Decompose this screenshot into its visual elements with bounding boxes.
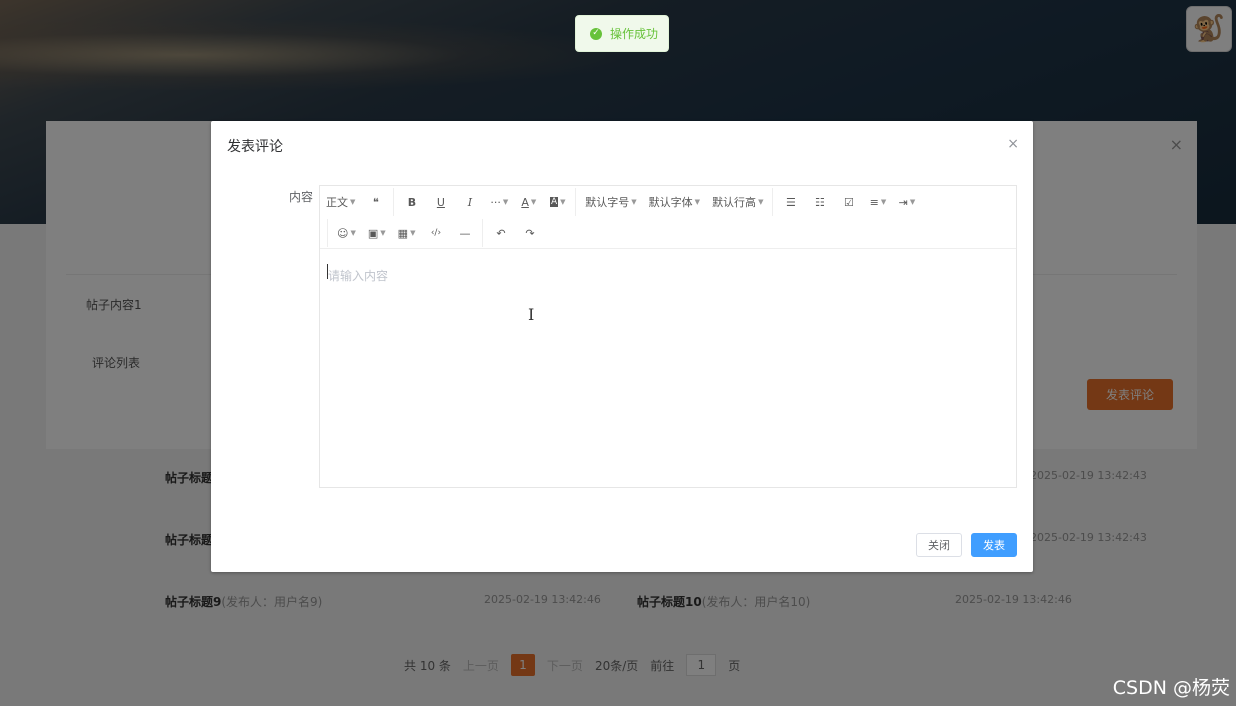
editor-content-area[interactable]: 请输入内容 I	[320, 249, 1016, 487]
divider-icon[interactable]: —	[450, 221, 479, 245]
dialog-title: 发表评论	[227, 139, 283, 155]
dialog-close-icon[interactable]: ×	[1007, 136, 1019, 152]
editor-toolbar: 正文 ▼ ❝ B U I ··· ▼ A ▼ A ▼ 默认字号 ▼ 默认字体 ▼ 默认行高 ▼…	[320, 186, 1016, 249]
indent-icon: ⇥	[898, 195, 908, 209]
content-field-label: 内容	[289, 190, 314, 204]
toolbar-divider	[482, 219, 484, 247]
submit-button[interactable]: 发表	[971, 533, 1017, 557]
chevron-down-icon: ▼	[502, 198, 509, 206]
toolbar-divider	[772, 188, 774, 216]
font-color-button[interactable]: A ▼	[514, 190, 543, 214]
toolbar-divider	[393, 188, 395, 216]
toolbar-divider	[575, 188, 577, 216]
check-circle-icon: ✓	[590, 27, 602, 40]
bold-icon[interactable]: B	[397, 190, 426, 214]
image-button[interactable]: ▣ ▼	[362, 221, 392, 245]
font-family-select[interactable]: 默认字体 ▼	[643, 190, 706, 214]
bulleted-list-icon[interactable]: ☰	[776, 190, 805, 214]
chevron-down-icon: ▼	[758, 198, 764, 206]
rich-text-editor: 正文 ▼ ❝ B U I ··· ▼ A ▼ A ▼ 默认字号 ▼ 默认字体 ▼ 默认行高 ▼…	[319, 185, 1017, 488]
font-family-label: 默认字体	[648, 196, 693, 209]
table-button[interactable]: ▦ ▼	[392, 221, 422, 245]
chevron-down-icon: ▼	[694, 198, 701, 206]
font-color-icon: A	[521, 195, 529, 209]
chevron-down-icon: ▼	[350, 198, 356, 206]
chevron-down-icon: ▼	[631, 198, 637, 206]
chevron-down-icon: ▼	[560, 198, 566, 206]
chevron-down-icon: ▼	[410, 229, 416, 237]
redo-icon[interactable]: ↷	[515, 221, 544, 245]
quote-icon[interactable]: ❝	[361, 190, 390, 214]
todo-icon[interactable]: ☑	[834, 190, 863, 214]
italic-icon[interactable]: I	[455, 190, 484, 214]
undo-icon[interactable]: ↶	[486, 221, 515, 245]
font-size-label: 默认字号	[585, 196, 630, 209]
code-icon[interactable]: ‹/›	[421, 221, 450, 245]
more-style-button[interactable]: ··· ▼	[484, 190, 514, 214]
text-cursor-icon: I	[528, 305, 535, 324]
line-height-label: 默认行高	[712, 196, 757, 209]
chevron-down-icon: ▼	[880, 198, 887, 206]
toolbar-row: 正文 ▼ ❝ B U I ··· ▼ A ▼ A ▼ 默认字号 ▼ 默认字体 ▼ 默认行高 ▼…	[320, 187, 921, 217]
emotion-icon: ☺	[337, 226, 349, 240]
paragraph-select[interactable]: 正文 ▼	[320, 190, 361, 214]
close-button[interactable]: 关闭	[916, 533, 962, 557]
bg-color-icon: A	[550, 197, 559, 207]
underline-icon[interactable]: U	[426, 190, 455, 214]
indent-button[interactable]: ⇥ ▼	[892, 190, 921, 214]
toolbar-divider	[327, 219, 328, 247]
paragraph-label: 正文	[326, 196, 348, 209]
more-icon: ···	[490, 195, 501, 209]
toast-text: 操作成功	[610, 27, 659, 41]
line-height-select[interactable]: 默认行高 ▼	[706, 190, 769, 214]
chevron-down-icon: ▼	[909, 198, 916, 206]
image-icon: ▣	[367, 226, 379, 240]
emotion-button[interactable]: ☺ ▼	[331, 221, 362, 245]
font-size-select[interactable]: 默认字号 ▼	[579, 190, 642, 214]
editor-placeholder: 请输入内容	[328, 269, 389, 283]
success-toast: ✓ 操作成功	[575, 15, 669, 52]
bg-color-button[interactable]: A ▼	[543, 190, 572, 214]
comment-dialog: 发表评论 × 内容 正文 ▼ ❝ B U I ··· ▼ A ▼ A ▼ 默认字号 ▼ 默…	[211, 121, 1033, 572]
toolbar-row: ☺ ▼ ▣ ▼ ▦ ▼ ‹/› — ↶ ↷	[320, 218, 544, 248]
watermark: CSDN @杨荧	[1112, 677, 1230, 699]
numbered-list-icon[interactable]: ☷	[805, 190, 834, 214]
chevron-down-icon: ▼	[350, 229, 356, 237]
chevron-down-icon: ▼	[380, 229, 386, 237]
table-icon: ▦	[397, 226, 409, 240]
chevron-down-icon: ▼	[530, 198, 537, 206]
justify-icon: ≡	[869, 195, 879, 209]
justify-button[interactable]: ≡ ▼	[863, 190, 892, 214]
